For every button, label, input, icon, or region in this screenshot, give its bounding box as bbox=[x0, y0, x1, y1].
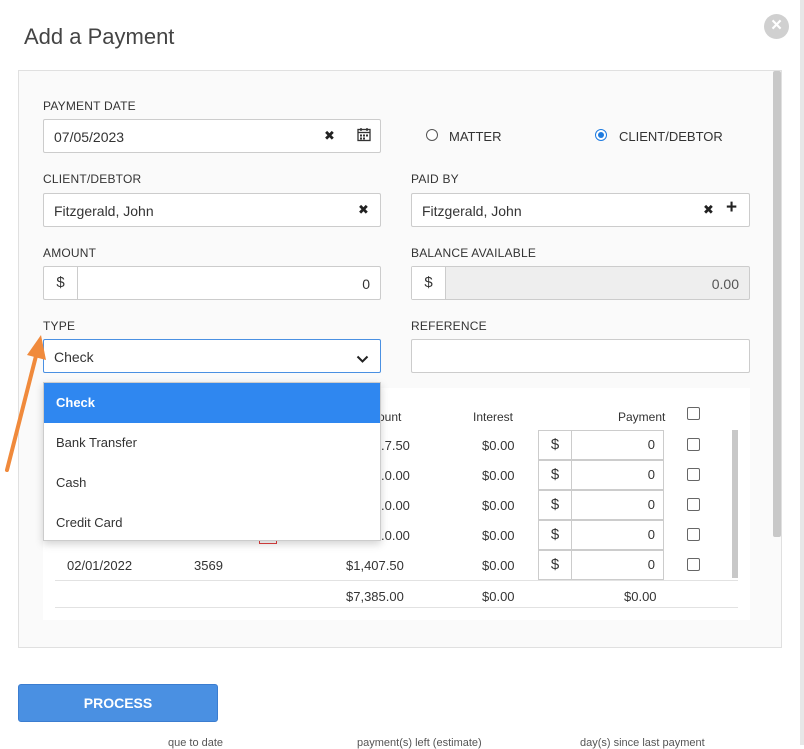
calendar-icon[interactable] bbox=[357, 127, 371, 145]
annotation-arrow-icon bbox=[5, 335, 46, 472]
type-option-credit-card[interactable]: Credit Card bbox=[44, 503, 380, 543]
type-selected-value: Check bbox=[54, 349, 94, 365]
row-amount: $1,407.50 bbox=[346, 558, 404, 573]
total-amount: $7,385.00 bbox=[346, 589, 404, 604]
reference-input[interactable] bbox=[411, 339, 750, 373]
paid-by-label: PAID BY bbox=[411, 172, 459, 186]
process-button[interactable]: PROCESS bbox=[18, 684, 218, 722]
total-interest: $0.00 bbox=[482, 589, 515, 604]
client-debtor-label: CLIENT/DEBTOR bbox=[43, 172, 142, 186]
row-payment-input[interactable]: 0 bbox=[571, 550, 664, 580]
balance-available-label: BALANCE AVAILABLE bbox=[411, 246, 537, 260]
amount-value: 0 bbox=[362, 276, 370, 292]
row-interest: $0.00 bbox=[482, 558, 515, 573]
row-checkbox[interactable] bbox=[687, 528, 700, 541]
client-debtor-field[interactable]: Fitzgerald, John ✖ bbox=[43, 193, 381, 227]
modal-title: Add a Payment bbox=[24, 24, 175, 49]
type-option-check[interactable]: Check bbox=[44, 383, 380, 423]
close-icon[interactable]: × bbox=[764, 14, 789, 39]
background-text: payment(s) left (estimate) bbox=[357, 737, 482, 749]
row-payment-input[interactable]: 0 bbox=[571, 430, 664, 460]
header-amount: ount bbox=[378, 410, 402, 424]
total-payment: $0.00 bbox=[624, 589, 657, 604]
balance-available-value: 0.00 bbox=[711, 276, 739, 292]
header-interest: Interest bbox=[473, 410, 514, 424]
type-option-cash[interactable]: Cash bbox=[44, 463, 380, 503]
panel-scrollbar[interactable] bbox=[773, 71, 781, 537]
chevron-down-icon bbox=[356, 351, 369, 367]
background-text: day(s) since last payment bbox=[580, 737, 705, 749]
row-payment-input[interactable]: 0 bbox=[571, 490, 664, 520]
select-all-checkbox[interactable] bbox=[687, 407, 700, 420]
row-interest: $0.00 bbox=[482, 468, 515, 483]
header-payment: Payment bbox=[618, 410, 666, 424]
row-interest: $0.00 bbox=[482, 498, 515, 513]
row-checkbox[interactable] bbox=[687, 558, 700, 571]
row-date: 02/01/2022 bbox=[67, 558, 133, 573]
matter-radio[interactable] bbox=[426, 129, 438, 141]
clear-paid-by-icon[interactable]: ✖ bbox=[703, 202, 714, 218]
row-checkbox[interactable] bbox=[687, 438, 700, 451]
row-payment-currency: $ bbox=[538, 460, 572, 490]
row-payment-input[interactable]: 0 bbox=[571, 460, 664, 490]
row-amount: .0.00 bbox=[381, 468, 410, 483]
row-amount: .0.00 bbox=[381, 528, 410, 543]
totals-divider bbox=[55, 607, 738, 608]
table-scrollbar[interactable] bbox=[732, 430, 738, 578]
amount-currency-addon: $ bbox=[44, 267, 78, 299]
amount-field[interactable]: $ 0 bbox=[43, 266, 381, 300]
paid-by-value: Fitzgerald, John bbox=[422, 203, 522, 219]
balance-available-field: $ 0.00 bbox=[411, 266, 750, 300]
row-amount: .7.50 bbox=[381, 438, 410, 453]
client-debtor-radio[interactable] bbox=[595, 129, 607, 141]
row-interest: $0.00 bbox=[482, 438, 515, 453]
matter-radio-label: MATTER bbox=[449, 129, 502, 144]
row-payment-input[interactable]: 0 bbox=[571, 520, 664, 550]
table-divider bbox=[55, 580, 738, 581]
client-debtor-value: Fitzgerald, John bbox=[54, 203, 154, 219]
row-payment-currency: $ bbox=[538, 490, 572, 520]
row-checkbox[interactable] bbox=[687, 498, 700, 511]
row-payment-currency: $ bbox=[538, 550, 572, 580]
type-option-bank-transfer[interactable]: Bank Transfer bbox=[44, 423, 380, 463]
balance-currency-addon: $ bbox=[412, 267, 446, 299]
clear-client-icon[interactable]: ✖ bbox=[358, 202, 369, 218]
amount-label: AMOUNT bbox=[43, 246, 97, 260]
type-dropdown-menu: Check Bank Transfer Cash Credit Card bbox=[43, 382, 381, 541]
reference-label: REFERENCE bbox=[411, 319, 487, 333]
row-amount: .0.00 bbox=[381, 498, 410, 513]
page-scrollbar[interactable] bbox=[800, 0, 804, 745]
type-select[interactable]: Check bbox=[43, 339, 381, 373]
paid-by-field[interactable]: Fitzgerald, John ✖ + bbox=[411, 193, 750, 227]
payment-date-value: 07/05/2023 bbox=[54, 129, 125, 145]
row-checkbox[interactable] bbox=[687, 468, 700, 481]
payment-date-field[interactable]: 07/05/2023 ✖ bbox=[43, 119, 381, 153]
clear-date-icon[interactable]: ✖ bbox=[324, 128, 335, 144]
background-text: que to date bbox=[168, 737, 224, 749]
row-reference: 3569 bbox=[194, 558, 223, 573]
add-payer-icon[interactable]: + bbox=[726, 197, 737, 219]
add-payment-modal: Add a Payment × PAYMENT DATE 07/05/2023 … bbox=[0, 0, 800, 749]
client-debtor-radio-label: CLIENT/DEBTOR bbox=[619, 129, 723, 144]
row-payment-currency: $ bbox=[538, 520, 572, 550]
row-interest: $0.00 bbox=[482, 528, 515, 543]
payment-date-label: PAYMENT DATE bbox=[43, 99, 136, 113]
row-payment-currency: $ bbox=[538, 430, 572, 460]
